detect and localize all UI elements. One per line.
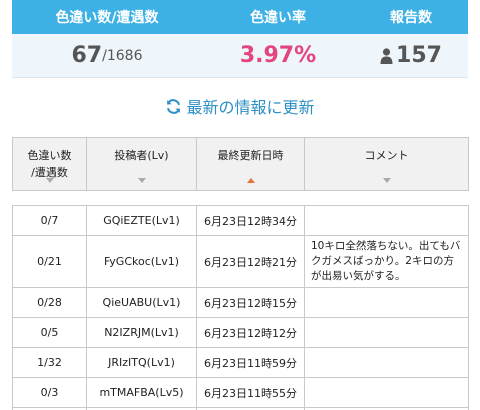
stats-values: 67 /1686 3.97% 157 — [12, 34, 468, 78]
comment-cell — [304, 317, 469, 348]
comment-cell — [304, 205, 469, 236]
ratio-cell: 1/32 — [12, 347, 87, 378]
table-row: 0/3 mTMAFBA(Lv5) 6月23日11時55分 — [12, 377, 469, 408]
sort-arrow-icon — [45, 178, 54, 183]
comment-cell — [304, 377, 469, 408]
encounter-count: /1686 — [102, 47, 143, 64]
refresh-link[interactable]: 最新の情報に更新 — [0, 94, 480, 118]
shiny-encounter-value: 67 /1686 — [12, 34, 202, 77]
report-table: 0/7 GQiEZTE(Lv1) 6月23日12時34分 0/21 FyGCko… — [12, 205, 469, 410]
header-shiny-encounter: 色違い数/遭遇数 — [55, 10, 159, 26]
column-ratio[interactable]: 色違い数 /遭遇数 — [12, 137, 87, 191]
shiny-count: 67 — [71, 43, 103, 68]
stats-header: 色違い数/遭遇数 色違い率 報告数 — [12, 0, 468, 34]
column-updated-label: 最終更新日時 — [217, 149, 284, 162]
shiny-rate-value: 3.97% — [202, 34, 354, 77]
user-cell[interactable]: GQiEZTE(Lv1) — [86, 205, 197, 236]
ratio-cell: 0/21 — [12, 235, 87, 288]
refresh-icon — [167, 98, 181, 114]
table-header: 色違い数 /遭遇数 投稿者(Lv) 最終更新日時 コメント — [12, 137, 469, 191]
user-cell[interactable]: N2IZRJM(Lv1) — [86, 317, 197, 348]
header-report-count: 報告数 — [390, 10, 432, 26]
time-cell: 6月23日12時15分 — [196, 287, 305, 318]
time-cell: 6月23日11時59分 — [196, 347, 305, 378]
column-updated[interactable]: 最終更新日時 — [196, 137, 305, 191]
sort-arrow-icon — [382, 178, 391, 183]
shiny-rate: 3.97% — [239, 43, 317, 68]
person-icon — [380, 47, 393, 64]
table-row: 1/32 JRIzITQ(Lv1) 6月23日11時59分 — [12, 347, 469, 378]
user-cell[interactable]: QieUABU(Lv1) — [86, 287, 197, 318]
table-row: 0/5 N2IZRJM(Lv1) 6月23日12時12分 — [12, 317, 469, 348]
time-cell: 6月23日11時55分 — [196, 377, 305, 408]
header-shiny-rate: 色違い率 — [250, 10, 306, 26]
column-comment[interactable]: コメント — [304, 137, 469, 191]
time-cell: 6月23日12時34分 — [196, 205, 305, 236]
user-cell[interactable]: FyGCkoc(Lv1) — [86, 235, 197, 288]
report-count-value: 157 — [354, 34, 468, 77]
ratio-cell: 0/28 — [12, 287, 87, 318]
time-cell: 6月23日12時12分 — [196, 317, 305, 348]
column-ratio-label-1: 色違い数 — [27, 149, 72, 162]
user-cell[interactable]: JRIzITQ(Lv1) — [86, 347, 197, 378]
ratio-cell: 0/5 — [12, 317, 87, 348]
table-row: 0/21 FyGCkoc(Lv1) 6月23日12時21分 10キロ全然落ちない… — [12, 235, 469, 288]
table-row: 0/7 GQiEZTE(Lv1) 6月23日12時34分 — [12, 205, 469, 236]
column-comment-label: コメント — [364, 149, 409, 162]
sort-arrow-icon — [137, 178, 146, 183]
user-cell[interactable]: mTMAFBA(Lv5) — [86, 377, 197, 408]
report-count: 157 — [396, 43, 442, 68]
ratio-cell: 0/3 — [12, 377, 87, 408]
sort-active-arrow-icon — [246, 178, 255, 183]
time-cell: 6月23日12時21分 — [196, 235, 305, 288]
comment-cell — [304, 287, 469, 318]
column-user-label: 投稿者(Lv) — [114, 149, 169, 162]
table-row: 0/28 QieUABU(Lv1) 6月23日12時15分 — [12, 287, 469, 318]
refresh-label: 最新の情報に更新 — [186, 98, 315, 117]
ratio-cell: 0/7 — [12, 205, 87, 236]
column-user[interactable]: 投稿者(Lv) — [86, 137, 197, 191]
comment-cell: 10キロ全然落ちない。出てもバクガメスばっかり。2キロの方が出易い気がする。 — [304, 235, 469, 288]
comment-cell — [304, 347, 469, 378]
